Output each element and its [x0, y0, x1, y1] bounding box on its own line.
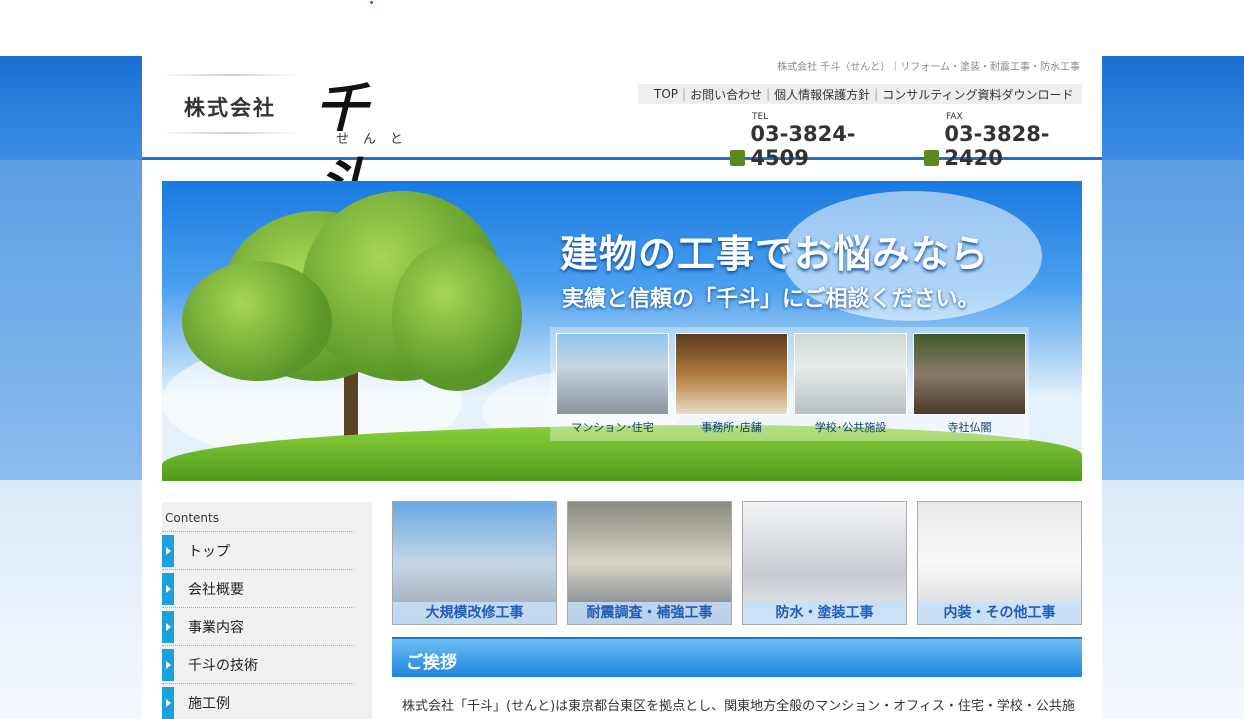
- contact-numbers: TEL 03-3824-4509 FAX 03-3828-2420: [730, 112, 1102, 170]
- phone-icon: [730, 150, 746, 166]
- hero-categories: マンション･住宅 事務所･店舗 学校･公共施設 寺社仏閣: [550, 327, 1029, 441]
- service-label: 大規模改修工事: [393, 602, 556, 624]
- sidebar-item-label: 千斗の技術: [188, 657, 258, 674]
- hero-headline: 建物の工事でお悩みなら: [560, 232, 990, 276]
- nav-separator: |: [874, 87, 879, 101]
- fax-item: FAX 03-3828-2420: [924, 112, 1102, 170]
- sidebar-item-label: 施工例: [188, 695, 230, 712]
- greeting-header: ご挨拶: [392, 637, 1082, 677]
- top-nav: TOP | お問い合わせ | 個人情報保護方針 | コンサルティング資料ダウンロード: [638, 84, 1082, 104]
- service-renovation[interactable]: 大規模改修工事: [392, 501, 557, 625]
- tel-item: TEL 03-3824-4509: [730, 112, 908, 170]
- service-label: 内装・その他工事: [918, 602, 1081, 624]
- nav-privacy-link[interactable]: 個人情報保護方針: [774, 86, 870, 103]
- nav-top-link[interactable]: TOP: [654, 87, 678, 101]
- category-label: 学校･公共施設: [814, 421, 887, 434]
- arrow-icon: [162, 572, 174, 605]
- sidebar: Contents トップ 会社概要 事業内容 千斗の技術 施工例: [162, 502, 372, 719]
- nav-separator: |: [682, 87, 687, 101]
- tree-crown: [182, 261, 332, 381]
- service-waterproof[interactable]: 防水・塗装工事: [742, 501, 907, 625]
- tel-label: TEL: [752, 112, 769, 122]
- arrow-icon: [162, 610, 174, 643]
- top-strip: [0, 0, 1244, 56]
- sidebar-heading: Contents: [162, 502, 354, 532]
- logo-rule-top: [160, 74, 300, 76]
- fax-number: 03-3828-2420: [944, 122, 1050, 170]
- category-image: [556, 333, 669, 415]
- sidebar-item-company[interactable]: 会社概要: [162, 570, 354, 608]
- greeting-title: ご挨拶: [406, 653, 457, 673]
- sidebar-item-business[interactable]: 事業内容: [162, 608, 354, 646]
- tel-number[interactable]: 03-3824-4509: [750, 122, 908, 170]
- sidebar-item-label: 会社概要: [188, 581, 244, 598]
- decor-dot: [370, 1, 373, 4]
- category-image: [794, 333, 907, 415]
- category-office[interactable]: 事務所･店舗: [675, 333, 788, 435]
- hero-subline: 実績と信頼の「千斗」にご相談ください。: [562, 287, 980, 312]
- category-label: 事務所･店舗: [701, 421, 762, 434]
- sidebar-item-top[interactable]: トップ: [162, 532, 354, 570]
- service-tiles: 大規模改修工事 耐震調査・補強工事 防水・塗装工事 内装・その他工事: [392, 501, 1082, 625]
- category-label: 寺社仏閣: [947, 421, 992, 434]
- tree-crown: [392, 241, 522, 391]
- service-interior[interactable]: 内装・その他工事: [917, 501, 1082, 625]
- service-seismic[interactable]: 耐震調査・補強工事: [567, 501, 732, 625]
- category-mansion[interactable]: マンション･住宅: [556, 333, 669, 435]
- sidebar-item-works[interactable]: 施工例: [162, 684, 354, 719]
- category-image: [675, 333, 788, 415]
- logo-ruby: せんと: [336, 132, 418, 147]
- page-container: 株式会社 千斗 せんと 株式会社 千斗（せんと）｜リフォーム・塗装・耐震工事・防…: [142, 56, 1102, 719]
- arrow-icon: [162, 534, 174, 567]
- service-label: 防水・塗装工事: [743, 602, 906, 624]
- sidebar-item-technology[interactable]: 千斗の技術: [162, 646, 354, 684]
- sidebar-item-label: 事業内容: [188, 619, 244, 636]
- nav-download-link[interactable]: コンサルティング資料ダウンロード: [882, 86, 1073, 103]
- nav-contact-link[interactable]: お問い合わせ: [690, 86, 762, 103]
- arrow-icon: [162, 686, 174, 719]
- site-logo[interactable]: 株式会社 千斗 せんと: [160, 72, 420, 214]
- logo-rule-bottom: [160, 132, 300, 134]
- arrow-icon: [162, 648, 174, 681]
- fax-label: FAX: [946, 112, 963, 122]
- category-image: [913, 333, 1026, 415]
- service-label: 耐震調査・補強工事: [568, 602, 731, 624]
- hero-banner: 建物の工事でお悩みなら 実績と信頼の「千斗」にご相談ください。 マンション･住宅…: [162, 181, 1082, 481]
- site-header: 株式会社 千斗 せんと 株式会社 千斗（せんと）｜リフォーム・塗装・耐震工事・防…: [142, 56, 1102, 214]
- sidebar-item-label: トップ: [188, 543, 230, 560]
- category-label: マンション･住宅: [571, 421, 654, 434]
- header-tagline: 株式会社 千斗（せんと）｜リフォーム・塗装・耐震工事・防水工事: [777, 62, 1080, 73]
- nav-separator: |: [766, 87, 771, 101]
- category-temple[interactable]: 寺社仏閣: [913, 333, 1026, 435]
- category-school[interactable]: 学校･公共施設: [794, 333, 907, 435]
- fax-icon: [924, 150, 940, 166]
- greeting-text: 株式会社「千斗」(せんと)は東京都台東区を拠点とし、関東地方全般のマンション・オ…: [402, 699, 1075, 714]
- logo-company-type: 株式会社: [184, 96, 276, 120]
